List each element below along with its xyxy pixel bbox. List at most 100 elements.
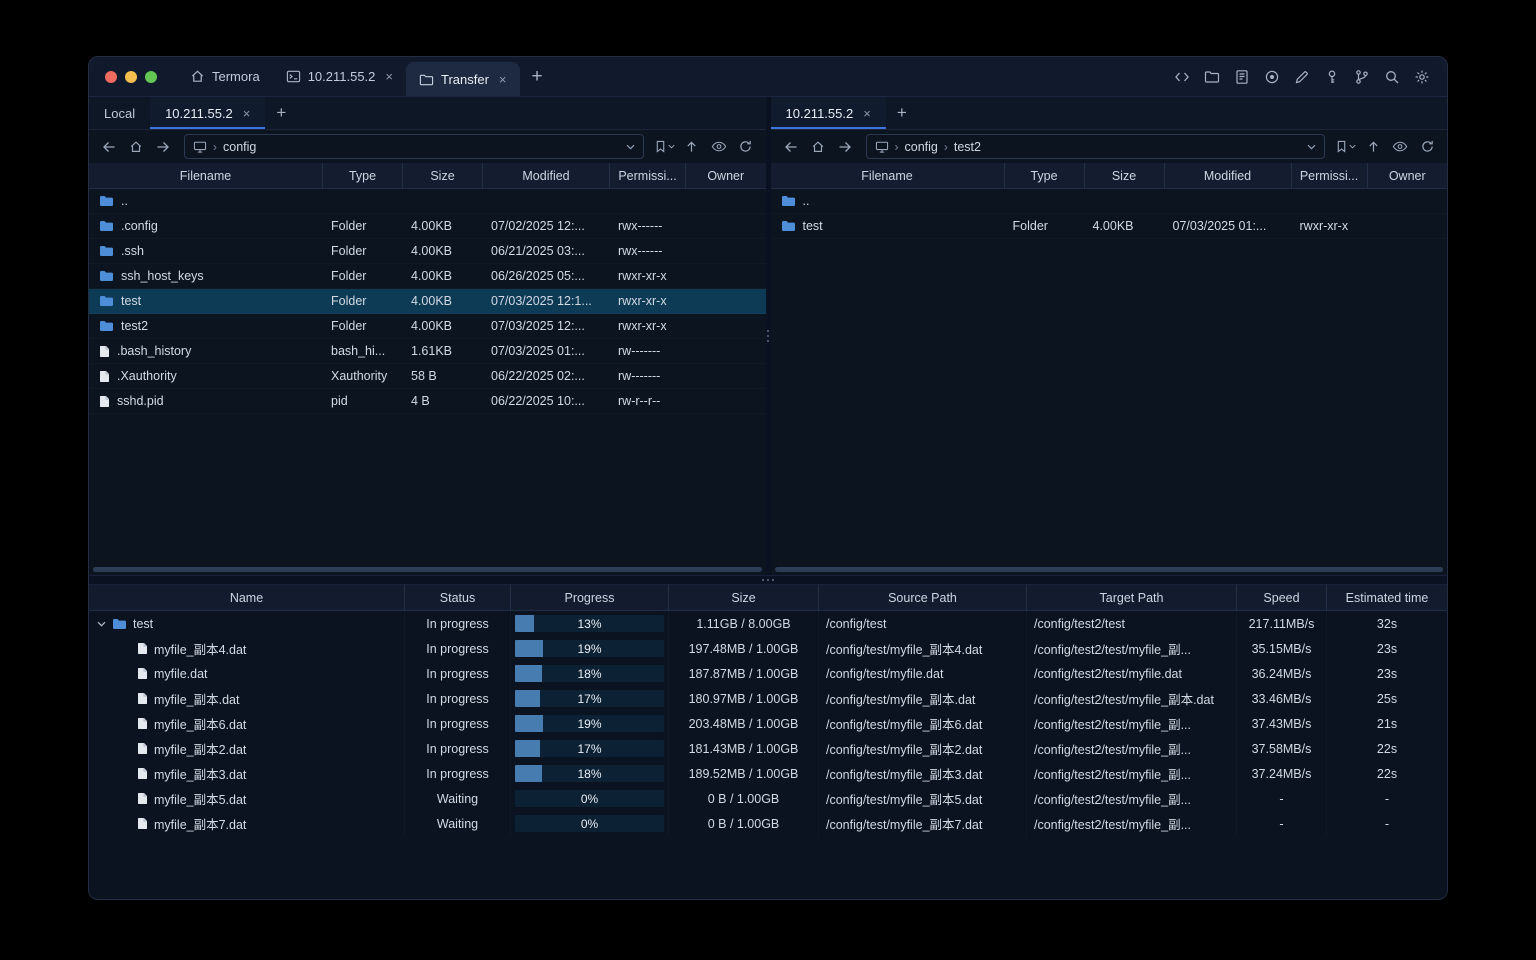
tab-transfer[interactable]: Transfer × xyxy=(406,62,520,96)
transfer-speed: - xyxy=(1237,786,1327,811)
column-header-permissions[interactable]: Permissi... xyxy=(610,163,686,188)
column-header-type[interactable]: Type xyxy=(1005,163,1085,188)
minimize-window-button[interactable] xyxy=(125,70,137,83)
back-button[interactable] xyxy=(96,135,122,159)
search-button[interactable] xyxy=(1379,64,1405,90)
file-permissions: rw------- xyxy=(618,369,661,383)
column-header-owner[interactable]: Owner xyxy=(1368,163,1448,188)
file-row[interactable]: .Xauthority Xauthority 58 B 06/22/2025 0… xyxy=(89,364,766,389)
column-header-progress[interactable]: Progress xyxy=(511,585,669,610)
file-row[interactable]: .config Folder 4.00KB 07/02/2025 12:... … xyxy=(89,214,766,239)
breadcrumb-segment[interactable]: config xyxy=(905,140,938,154)
column-header-type[interactable]: Type xyxy=(323,163,403,188)
record-button[interactable] xyxy=(1259,64,1285,90)
show-hidden-button[interactable] xyxy=(1387,135,1413,159)
scrollbar-thumb[interactable] xyxy=(93,567,762,572)
column-header-target-path[interactable]: Target Path xyxy=(1027,585,1237,610)
upload-button[interactable] xyxy=(1360,135,1386,159)
upload-button[interactable] xyxy=(679,135,705,159)
column-header-filename[interactable]: Filename xyxy=(771,163,1005,188)
file-row[interactable]: .. xyxy=(771,189,1448,214)
chevron-down-icon[interactable] xyxy=(626,144,635,150)
column-header-modified[interactable]: Modified xyxy=(483,163,610,188)
key-button[interactable] xyxy=(1319,64,1345,90)
edit-button[interactable] xyxy=(1289,64,1315,90)
column-header-permissions[interactable]: Permissi... xyxy=(1292,163,1368,188)
refresh-button[interactable] xyxy=(733,135,759,159)
transfer-row[interactable]: test In progress 13% 1.11GB / 8.00GB /co… xyxy=(89,611,1447,636)
column-header-size[interactable]: Size xyxy=(403,163,483,188)
transfer-speed: 37.43MB/s xyxy=(1237,711,1327,736)
breadcrumb[interactable]: › config › test2 xyxy=(865,134,1325,159)
column-header-size[interactable]: Size xyxy=(1085,163,1165,188)
horizontal-scrollbar[interactable] xyxy=(93,567,762,572)
bookmark-button[interactable] xyxy=(652,140,678,153)
tab-remote-host[interactable]: 10.211.55.2 × xyxy=(770,97,887,129)
column-header-filename[interactable]: Filename xyxy=(89,163,323,188)
forward-button[interactable] xyxy=(832,135,858,159)
horizontal-scrollbar[interactable] xyxy=(774,567,1443,572)
file-row[interactable]: sshd.pid pid 4 B 06/22/2025 10:... rw-r-… xyxy=(89,389,766,414)
tab-close-icon[interactable]: × xyxy=(863,107,871,120)
breadcrumb-segment[interactable]: test2 xyxy=(954,140,981,154)
splitter-grip-icon xyxy=(767,330,769,342)
file-modified: 07/03/2025 01:... xyxy=(1172,219,1267,233)
transfer-row[interactable]: myfile_副本6.dat In progress 19% 203.48MB … xyxy=(89,711,1447,736)
new-tab-button[interactable]: + xyxy=(520,66,555,88)
tab-close-icon[interactable]: × xyxy=(499,73,507,86)
branch-button[interactable] xyxy=(1349,64,1375,90)
new-panel-tab-button[interactable]: + xyxy=(265,103,297,123)
tab-close-icon[interactable]: × xyxy=(385,70,393,83)
forward-button[interactable] xyxy=(150,135,176,159)
file-row[interactable]: .bash_history bash_hi... 1.61KB 07/03/20… xyxy=(89,339,766,364)
transfer-row[interactable]: myfile_副本7.dat Waiting 0% 0 B / 1.00GB /… xyxy=(89,811,1447,836)
file-row[interactable]: .ssh Folder 4.00KB 06/21/2025 03:... rwx… xyxy=(89,239,766,264)
home-button[interactable] xyxy=(123,135,149,159)
transfer-row[interactable]: myfile_副本4.dat In progress 19% 197.48MB … xyxy=(89,636,1447,661)
show-hidden-button[interactable] xyxy=(706,135,732,159)
breadcrumb[interactable]: › config xyxy=(184,134,644,159)
log-button[interactable] xyxy=(1229,64,1255,90)
column-header-size[interactable]: Size xyxy=(669,585,819,610)
transfer-row[interactable]: myfile_副本5.dat Waiting 0% 0 B / 1.00GB /… xyxy=(89,786,1447,811)
bookmark-button[interactable] xyxy=(1333,140,1359,153)
tab-local[interactable]: Local xyxy=(89,97,150,129)
column-header-name[interactable]: Name xyxy=(89,585,405,610)
back-button[interactable] xyxy=(778,135,804,159)
transfer-row[interactable]: myfile_副本2.dat In progress 17% 181.43MB … xyxy=(89,736,1447,761)
tab-termora[interactable]: Termora xyxy=(177,57,273,97)
collapse-chevron-icon[interactable] xyxy=(97,621,106,627)
home-button[interactable] xyxy=(805,135,831,159)
transfer-row[interactable]: myfile_副本.dat In progress 17% 180.97MB /… xyxy=(89,686,1447,711)
column-header-source-path[interactable]: Source Path xyxy=(819,585,1027,610)
breadcrumb-segment[interactable]: config xyxy=(223,140,256,154)
new-panel-tab-button[interactable]: + xyxy=(886,103,918,123)
column-header-estimated-time[interactable]: Estimated time xyxy=(1327,585,1447,610)
column-header-modified[interactable]: Modified xyxy=(1165,163,1292,188)
code-button[interactable] xyxy=(1169,64,1195,90)
horizontal-splitter[interactable] xyxy=(89,575,1447,585)
transfer-size: 197.48MB / 1.00GB xyxy=(669,636,819,661)
refresh-button[interactable] xyxy=(1414,135,1440,159)
column-header-status[interactable]: Status xyxy=(405,585,511,610)
column-header-owner[interactable]: Owner xyxy=(686,163,766,188)
file-row-selected[interactable]: test Folder 4.00KB 07/03/2025 12:1... rw… xyxy=(89,289,766,314)
column-header-speed[interactable]: Speed xyxy=(1237,585,1327,610)
tab-remote-host[interactable]: 10.211.55.2 × xyxy=(150,97,266,129)
close-window-button[interactable] xyxy=(105,70,117,83)
file-row[interactable]: test Folder 4.00KB 07/03/2025 01:... rwx… xyxy=(771,214,1448,239)
tab-close-icon[interactable]: × xyxy=(243,107,251,120)
file-row[interactable]: test2 Folder 4.00KB 07/03/2025 12:... rw… xyxy=(89,314,766,339)
file-size: 58 B xyxy=(411,369,437,383)
file-row[interactable]: ssh_host_keys Folder 4.00KB 06/26/2025 0… xyxy=(89,264,766,289)
scrollbar-thumb[interactable] xyxy=(774,567,1443,572)
file-name: .. xyxy=(802,194,810,208)
transfer-row[interactable]: myfile.dat In progress 18% 187.87MB / 1.… xyxy=(89,661,1447,686)
tab-host[interactable]: 10.211.55.2 × xyxy=(273,57,406,97)
chevron-down-icon[interactable] xyxy=(1307,144,1316,150)
file-row[interactable]: .. xyxy=(89,189,766,214)
settings-button[interactable] xyxy=(1409,64,1435,90)
folder-button[interactable] xyxy=(1199,64,1225,90)
zoom-window-button[interactable] xyxy=(145,70,157,83)
transfer-row[interactable]: myfile_副本3.dat In progress 18% 189.52MB … xyxy=(89,761,1447,786)
